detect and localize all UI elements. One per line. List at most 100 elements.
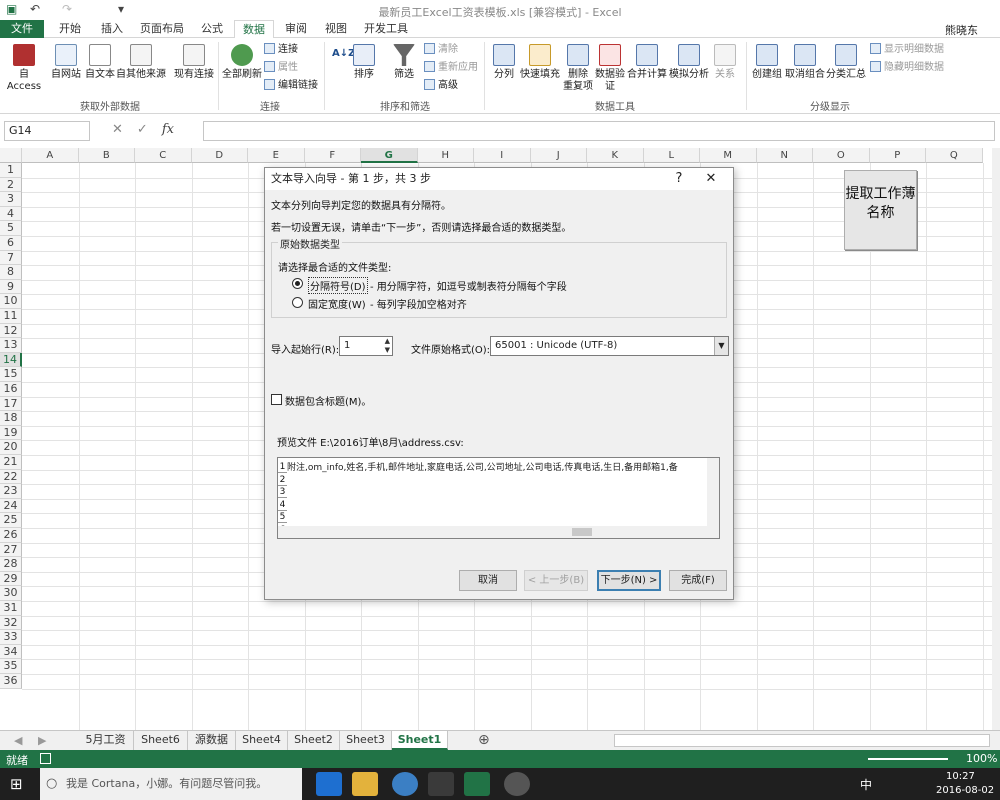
row-header[interactable]: 11 xyxy=(0,309,22,324)
row-header[interactable]: 29 xyxy=(0,571,22,587)
zoom-level[interactable]: 100% xyxy=(966,752,997,765)
delimited-label[interactable]: 分隔符号(D) xyxy=(308,277,368,294)
preview-horizontal-scrollbar[interactable] xyxy=(278,526,719,538)
row-header[interactable]: 24 xyxy=(0,498,22,514)
help-icon[interactable]: ? xyxy=(667,168,691,190)
tab-insert[interactable]: 插入 xyxy=(94,20,130,38)
show-detail-button[interactable]: 显示明细数据 xyxy=(870,42,944,58)
text-to-columns-button[interactable]: 分列 xyxy=(490,44,518,81)
close-icon[interactable]: ✕ xyxy=(699,168,723,190)
sheet-tab[interactable]: Sheet3 xyxy=(340,731,392,750)
column-header[interactable]: E xyxy=(248,148,305,163)
row-header[interactable]: 32 xyxy=(0,615,22,631)
app-icon[interactable] xyxy=(504,772,530,796)
tab-review[interactable]: 审阅 xyxy=(280,20,312,38)
enter-icon[interactable]: ✓ xyxy=(137,122,148,137)
select-all-corner[interactable] xyxy=(0,148,22,163)
row-header[interactable]: 34 xyxy=(0,644,22,660)
existing-connections-button[interactable]: 现有连接 xyxy=(172,44,216,81)
row-header[interactable]: 13 xyxy=(0,338,22,353)
flash-fill-button[interactable]: 快速填充 xyxy=(520,44,560,81)
horizontal-scrollbar[interactable] xyxy=(614,734,990,747)
next-button[interactable]: 下一步(N) > xyxy=(597,570,661,591)
refresh-all-button[interactable]: 全部刷新 xyxy=(222,44,262,81)
sheet-tab[interactable]: Sheet4 xyxy=(236,731,288,750)
column-header[interactable]: K xyxy=(587,148,644,163)
sheet-tab[interactable]: 5月工资 xyxy=(78,731,134,750)
relationships-button[interactable]: 关系 xyxy=(710,44,740,81)
row-header[interactable]: 23 xyxy=(0,484,22,499)
column-header[interactable]: P xyxy=(869,148,926,163)
column-header[interactable]: A xyxy=(22,148,79,163)
reapply-button[interactable]: 重新应用 xyxy=(424,60,478,76)
delimited-radio[interactable] xyxy=(292,278,303,289)
sheet-tab[interactable]: Sheet2 xyxy=(288,731,340,750)
row-header[interactable]: 10 xyxy=(0,294,22,309)
row-header[interactable]: 27 xyxy=(0,542,22,558)
data-validation-button[interactable]: 数据验 证 xyxy=(594,44,626,93)
macro-record-icon[interactable] xyxy=(40,753,51,764)
file-explorer-icon[interactable] xyxy=(352,772,378,796)
tab-home[interactable]: 开始 xyxy=(52,20,88,38)
preview-scroll-thumb[interactable] xyxy=(572,528,592,536)
row-header[interactable]: 25 xyxy=(0,513,22,528)
group-button[interactable]: 创建组 xyxy=(750,44,784,81)
cancel-button[interactable]: 取消 xyxy=(459,570,517,591)
row-header[interactable]: 21 xyxy=(0,455,22,470)
cancel-icon[interactable]: ✕ xyxy=(112,122,123,137)
row-header[interactable]: 14 xyxy=(0,352,22,368)
consolidate-button[interactable]: 合并计算 xyxy=(626,44,668,81)
name-box[interactable]: G14 xyxy=(4,121,90,141)
add-sheet-icon[interactable]: ⊕ xyxy=(478,732,490,748)
column-header[interactable]: M xyxy=(700,148,757,163)
edge-icon[interactable] xyxy=(316,772,342,796)
edit-links-button[interactable]: 编辑链接 xyxy=(264,78,318,94)
from-web-button[interactable]: 自网站 xyxy=(48,44,84,81)
tab-file[interactable]: 文件 xyxy=(0,20,44,38)
vertical-scrollbar[interactable] xyxy=(992,148,1000,730)
properties-button[interactable]: 属性 xyxy=(264,60,298,76)
sheet-tab[interactable]: 源数据 xyxy=(188,731,236,750)
preview-vertical-scrollbar[interactable] xyxy=(707,458,719,528)
tab-page-layout[interactable]: 页面布局 xyxy=(136,20,188,38)
sort-button[interactable]: 排序 xyxy=(350,44,378,81)
excel-icon[interactable] xyxy=(464,772,490,796)
has-headers-checkbox[interactable] xyxy=(271,394,282,405)
row-header[interactable]: 17 xyxy=(0,396,22,412)
ime-indicator[interactable]: 中 xyxy=(860,776,872,793)
cortana-search-box[interactable]: ○ 我是 Cortana，小娜。有问题尽管问我。 xyxy=(40,768,302,800)
row-header[interactable]: 9 xyxy=(0,279,22,295)
row-header[interactable]: 26 xyxy=(0,528,22,543)
tab-data[interactable]: 数据 xyxy=(234,20,274,39)
preview-pane[interactable]: 1 附注,om_info,姓名,手机,邮件地址,家庭电话,公司,公司地址,公司电话… xyxy=(277,457,720,539)
column-header[interactable]: G xyxy=(361,148,418,163)
insert-function-icon[interactable]: fx xyxy=(162,122,174,137)
column-header[interactable]: Q xyxy=(926,148,983,163)
cloud-app-icon[interactable] xyxy=(428,772,454,796)
row-header[interactable]: 22 xyxy=(0,469,22,485)
browser-icon[interactable] xyxy=(392,772,418,796)
column-header[interactable]: H xyxy=(417,148,474,163)
clear-filter-button[interactable]: 清除 xyxy=(424,42,458,58)
row-header[interactable]: 4 xyxy=(0,206,22,222)
prev-sheet-icon[interactable]: ◀ xyxy=(14,734,22,747)
remove-duplicates-button[interactable]: 删除 重复项 xyxy=(560,44,596,93)
row-header[interactable]: 5 xyxy=(0,221,22,236)
row-header[interactable]: 3 xyxy=(0,192,22,207)
row-header[interactable]: 15 xyxy=(0,367,22,382)
column-header[interactable]: C xyxy=(135,148,192,163)
clock-date[interactable]: 2016-08-02 xyxy=(936,785,994,796)
row-header[interactable]: 30 xyxy=(0,586,22,601)
fixed-width-radio[interactable] xyxy=(292,297,303,308)
row-header[interactable]: 20 xyxy=(0,440,22,455)
fixed-width-label[interactable]: 固定宽度(W) xyxy=(308,296,366,311)
back-button[interactable]: < 上一步(B) xyxy=(524,570,588,591)
tab-view[interactable]: 视图 xyxy=(320,20,352,38)
from-other-sources-button[interactable]: 自其他来源 xyxy=(116,44,166,81)
row-header[interactable]: 33 xyxy=(0,630,22,645)
row-header[interactable]: 2 xyxy=(0,177,22,193)
subtotal-button[interactable]: 分类汇总 xyxy=(826,44,866,81)
next-sheet-icon[interactable]: ▶ xyxy=(38,734,46,747)
extract-workbook-name-button[interactable]: 提取工作薄 名称 xyxy=(844,170,917,250)
file-origin-select[interactable]: 65001 : Unicode (UTF-8) ▼ xyxy=(490,336,729,356)
